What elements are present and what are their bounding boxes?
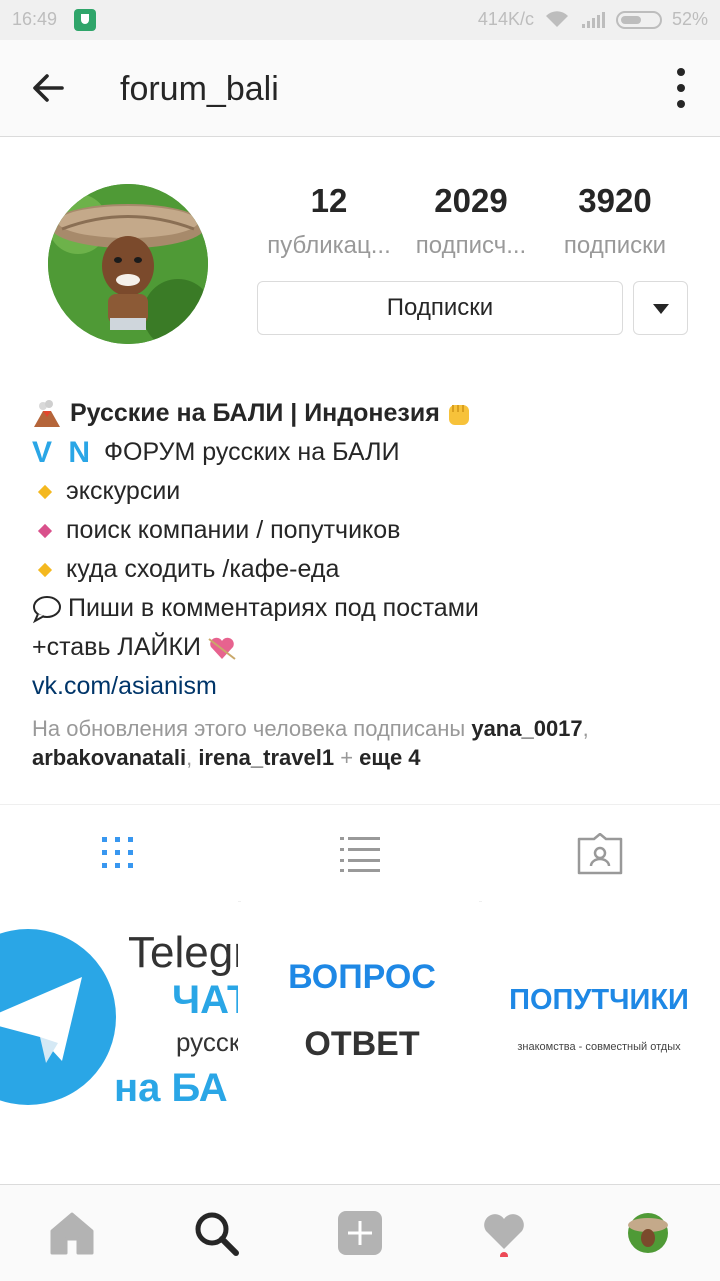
add-icon[interactable]: [336, 1209, 384, 1257]
posts-count[interactable]: 12 публикац...: [254, 182, 404, 260]
post-text: ОТВЕТ: [304, 1025, 419, 1063]
search-icon[interactable]: [192, 1209, 240, 1257]
bio-forum: ФОРУМ русских на БАЛИ: [104, 438, 400, 466]
followers-count[interactable]: 2029 подписч...: [396, 182, 546, 260]
battery-level: 52%: [671, 9, 708, 29]
bio-comments: Пиши в комментариях под постами: [68, 594, 479, 622]
bio-companions: поиск компании / попутчиков: [66, 516, 401, 544]
vn-letters: V N: [32, 436, 95, 469]
bio-comments-line: Пиши в комментариях под постами: [32, 589, 692, 628]
followed-by: На обновления этого человека подписаны y…: [32, 716, 589, 770]
following-count-value: 3920: [578, 182, 652, 219]
post-text: на БА: [114, 1066, 228, 1110]
network-speed: 414K/c: [477, 9, 534, 29]
posts-count-value: 12: [310, 182, 348, 219]
profile-icon[interactable]: [624, 1209, 672, 1257]
bio-excursions-line: экскурсии: [32, 472, 692, 511]
volcano-icon: [34, 399, 60, 427]
yellow-diamond-icon: [37, 562, 53, 577]
post-thumbnail[interactable]: ВОПРОС ОТВЕТ: [241, 901, 479, 1139]
shield-icon: [74, 9, 96, 31]
heart-arrow-icon: [208, 637, 236, 660]
post-thumbnail[interactable]: ПОПУТЧИКИ знакомства - совместный отдых: [482, 901, 720, 1139]
post-text: ВОПРОС: [288, 958, 436, 996]
post-text: Telegr: [128, 928, 238, 977]
suggestions-dropdown-button[interactable]: [633, 281, 688, 335]
post-text: знакомства - совместный отдых: [517, 1041, 681, 1053]
bio-places: куда сходить /кафе-еда: [66, 555, 340, 583]
grid-icon[interactable]: [96, 833, 144, 875]
bottom-nav: [0, 1184, 720, 1281]
post-text: ПОПУТЧИКИ: [509, 984, 689, 1016]
bio-places-line: куда сходить /кафе-еда: [32, 550, 692, 589]
yellow-diamond-icon: [37, 484, 53, 499]
bio-excursions: экскурсии: [66, 477, 181, 505]
posts-count-label: публикац...: [267, 232, 391, 259]
bio-likes: +ставь ЛАЙКИ: [32, 633, 202, 661]
speech-bubble-icon: [32, 595, 61, 623]
followed-by-prefix: На обновления этого человека подписаны: [32, 716, 466, 741]
followed-by-user[interactable]: irena_travel1: [198, 745, 334, 770]
bio-website-link[interactable]: vk.com/asianism: [32, 667, 217, 706]
fist-icon: [448, 404, 469, 425]
profile-username: forum_bali: [120, 70, 279, 108]
post-text: русск: [176, 1027, 238, 1057]
bio-name: Русские на БАЛИ | Индонезия: [70, 399, 440, 427]
following-count[interactable]: 3920 подписки: [540, 182, 690, 260]
followed-by-more[interactable]: еще 4: [359, 745, 420, 770]
more-vertical-icon[interactable]: [676, 68, 686, 108]
profile-bio: Русские на БАЛИ | Индонезия V N ФОРУМ ру…: [32, 394, 692, 706]
home-icon[interactable]: [48, 1209, 96, 1257]
arrow-left-icon[interactable]: [28, 68, 68, 108]
cell-signal-icon: [581, 11, 605, 28]
post-text: ЧАТ: [172, 978, 238, 1022]
status-bar: 16:49 414K/c 52%: [0, 0, 720, 40]
tagged-icon[interactable]: [576, 833, 624, 875]
list-icon[interactable]: [336, 833, 384, 875]
followers-count-value: 2029: [434, 182, 508, 219]
status-time: 16:49: [12, 9, 58, 29]
post-thumbnail[interactable]: Telegr ЧАТ русск на БА: [0, 901, 238, 1139]
app-bar: forum_bali: [0, 40, 720, 137]
pink-diamond-icon: [37, 523, 53, 538]
profile-avatar[interactable]: [48, 184, 208, 344]
following-button[interactable]: Подписки: [257, 281, 623, 335]
followed-by-user[interactable]: yana_0017: [471, 716, 582, 741]
wifi-icon: [545, 10, 568, 27]
bio-forum-line: V N ФОРУМ русских на БАЛИ: [32, 433, 692, 472]
heart-icon[interactable]: [480, 1209, 528, 1257]
profile-tabs: [0, 804, 720, 902]
following-count-label: подписки: [563, 232, 667, 259]
bio-name-line: Русские на БАЛИ | Индонезия: [32, 394, 692, 433]
bio-companions-line: поиск компании / попутчиков: [32, 511, 692, 550]
posts-grid: Telegr ЧАТ русск на БА ВОПРОС ОТВЕТ ПОПУ…: [0, 901, 720, 1139]
followers-count-label: подписч...: [415, 232, 527, 259]
bio-link-line: vk.com/asianism: [32, 667, 692, 706]
status-right: 414K/c 52%: [478, 9, 708, 30]
battery-icon: [615, 10, 662, 29]
followed-by-user[interactable]: arbakovanatali: [32, 745, 186, 770]
bio-likes-line: +ставь ЛАЙКИ: [32, 628, 692, 667]
